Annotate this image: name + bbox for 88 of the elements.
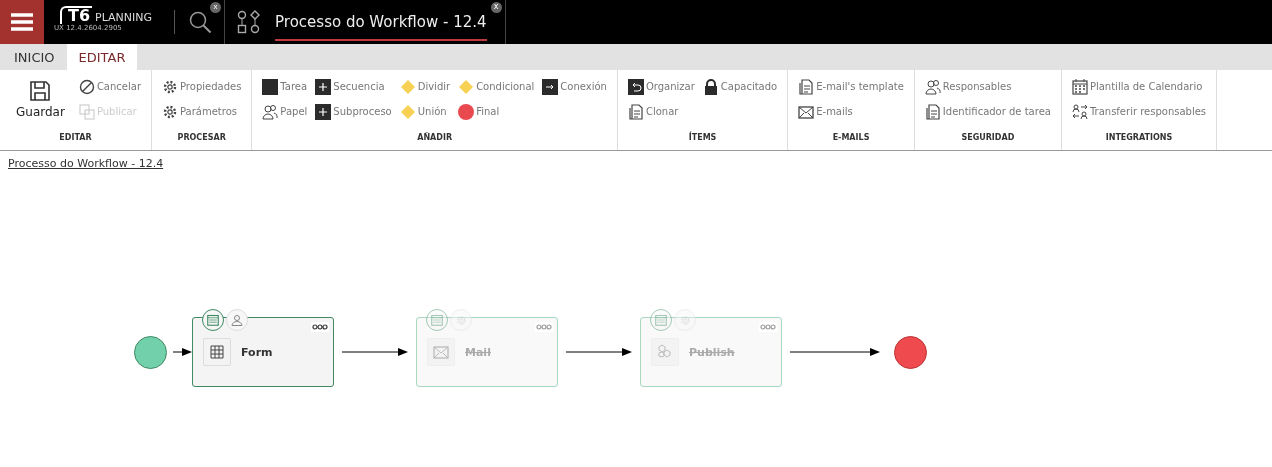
diamond-icon <box>399 103 416 120</box>
close-button[interactable]: x <box>490 2 502 13</box>
ribbon-item[interactable]: Condicional <box>458 74 535 99</box>
calendar-icon <box>655 314 667 326</box>
copy-icon <box>78 103 95 120</box>
undo-icon <box>627 78 644 95</box>
ribbon-item[interactable]: Papel <box>262 99 308 124</box>
ribbon-item[interactable]: Transferir responsables <box>1071 99 1207 124</box>
document-icon <box>798 78 815 95</box>
more-icon <box>312 324 328 330</box>
group-label: PROCESAR <box>176 132 227 144</box>
save-icon <box>29 79 52 102</box>
plus-icon <box>315 103 332 120</box>
document-tab[interactable]: Processo do Workflow - 12.4 <box>275 3 487 41</box>
ribbon-item[interactable]: Identificador de tarea <box>924 99 1051 124</box>
logo: T6 <box>60 6 93 24</box>
role-badge[interactable] <box>450 309 472 331</box>
document-icon <box>627 103 644 120</box>
ribbon-item[interactable]: Responsables <box>924 74 1051 99</box>
circle-icon <box>458 103 475 120</box>
group-label: AÑADIR <box>416 131 454 144</box>
group-label: SEGURIDAD <box>960 132 1016 144</box>
arrow <box>173 348 192 356</box>
breadcrumb-link[interactable]: Processo do Workflow - 12.4 <box>8 157 164 170</box>
ribbon-item[interactable]: Subproceso <box>315 99 392 124</box>
role-badge[interactable] <box>674 309 696 331</box>
ribbon-tab[interactable]: INICIO <box>2 44 67 70</box>
group-label: EDITAR <box>58 132 93 144</box>
lock-icon <box>702 78 719 95</box>
diamond-icon <box>399 78 416 95</box>
task-label: Mail <box>465 345 491 359</box>
ribbon-item[interactable]: Conexión <box>542 74 607 99</box>
arrow <box>342 348 408 356</box>
search-icon <box>187 10 212 34</box>
ribbon-tab[interactable]: EDITAR <box>66 44 138 70</box>
task-label: Publish <box>689 345 735 359</box>
transfer-icon <box>1071 103 1088 120</box>
ribbon-item[interactable]: E-mails <box>798 99 904 124</box>
close-button[interactable]: x <box>210 2 222 13</box>
gear-icon <box>455 314 467 326</box>
envelope-icon <box>798 103 815 120</box>
ribbon-item[interactable]: Dividir <box>399 74 451 99</box>
people-icon <box>924 78 941 95</box>
diamond-icon <box>458 78 475 95</box>
document-icon <box>924 103 941 120</box>
ribbon-item[interactable]: Clonar <box>627 99 695 124</box>
role-badge[interactable] <box>226 309 248 331</box>
group-label: ÍTEMS <box>687 130 718 144</box>
ribbon-item[interactable]: Unión <box>399 99 451 124</box>
calendar-badge[interactable] <box>202 309 224 331</box>
calendar-icon <box>431 314 443 326</box>
task-node[interactable]: Form <box>192 317 334 387</box>
square-icon <box>262 78 279 95</box>
start-event <box>134 335 167 369</box>
plus-icon <box>315 78 332 95</box>
person-icon <box>231 314 243 326</box>
more-icon <box>760 324 776 330</box>
menu-button[interactable] <box>0 0 44 44</box>
ribbon-item[interactable]: Capacitado <box>702 74 778 99</box>
group-label: E-MAILS <box>831 132 871 144</box>
group-label: INTEGRATIONS <box>1104 132 1174 144</box>
ribbon-item[interactable]: Plantilla de Calendario <box>1071 74 1207 99</box>
ribbon-item[interactable]: Final <box>458 99 535 124</box>
menu-icon <box>11 13 33 31</box>
envelope-icon <box>433 344 449 360</box>
ribbon-item[interactable]: Secuencia <box>315 74 392 99</box>
end-event <box>894 335 927 369</box>
ribbon-button[interactable]: Guardar <box>10 74 71 124</box>
grid-icon <box>210 345 224 359</box>
ribbon-item[interactable]: E-mail's template <box>798 74 904 99</box>
ribbon-item[interactable]: Tarea <box>262 74 308 99</box>
gear-icon <box>162 78 178 95</box>
more-icon <box>536 324 552 330</box>
calendar-icon <box>1071 78 1088 95</box>
task-label: Form <box>241 345 273 359</box>
more-button[interactable] <box>311 322 329 332</box>
diagram-icon <box>237 10 262 34</box>
ribbon-item[interactable]: Cancelar <box>78 74 141 99</box>
ribbon-item[interactable]: Organizar <box>627 74 695 99</box>
ribbon-item[interactable]: Parámetros <box>162 99 242 124</box>
people-icon <box>262 103 279 120</box>
cancel-icon <box>78 78 95 95</box>
ribbon-item[interactable]: Propiedades <box>162 74 242 99</box>
arrow <box>566 348 632 356</box>
calendar-icon <box>207 314 219 326</box>
gear-icon <box>679 314 691 326</box>
gear-icon <box>162 103 178 120</box>
logo-word: PLANNING <box>95 11 153 24</box>
